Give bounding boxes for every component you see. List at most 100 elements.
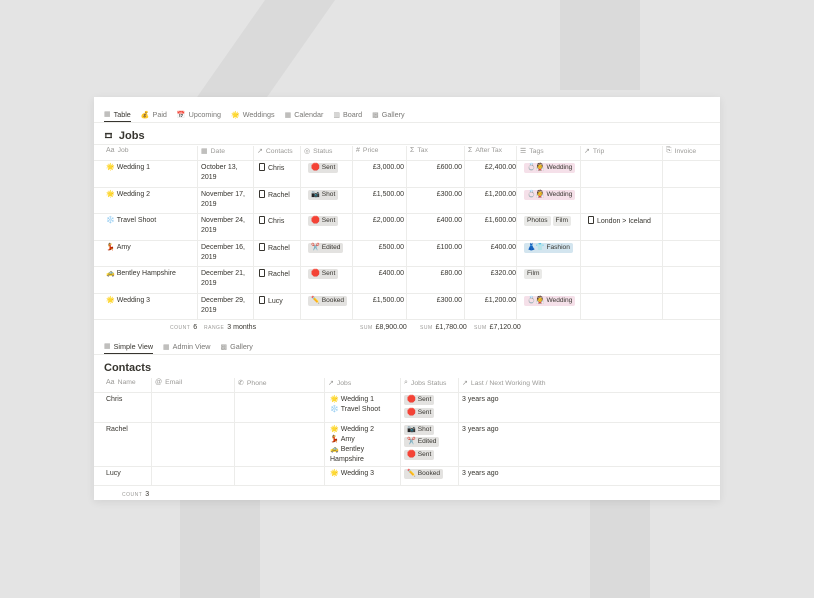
tags-cell[interactable]: Photos Film bbox=[524, 216, 584, 226]
email-cell[interactable] bbox=[155, 469, 235, 479]
price-cell[interactable]: £2,000.00 bbox=[356, 216, 404, 226]
contact-name-cell[interactable]: Lucy bbox=[106, 469, 151, 479]
contacts-col-header-email[interactable]: @ Email bbox=[155, 379, 234, 386]
jobs-title[interactable]: 🎞 Jobs bbox=[104, 130, 145, 142]
contact-cell[interactable]: Rachel bbox=[259, 269, 303, 280]
phone-cell[interactable] bbox=[238, 469, 324, 479]
jobs-view-tab-gallery[interactable]: ▩ Gallery bbox=[372, 108, 404, 122]
jobs-status-cell[interactable]: ✏️ Booked bbox=[404, 469, 460, 482]
after-tax-cell[interactable]: £400.00 bbox=[468, 243, 516, 253]
email-cell[interactable] bbox=[155, 425, 235, 435]
last-next-cell[interactable]: 3 years ago bbox=[462, 469, 582, 479]
contact-cell[interactable]: Chris bbox=[259, 163, 303, 174]
contacts-col-header-jobs-status[interactable]: ⌕ Jobs Status bbox=[404, 379, 458, 387]
job-name-cell[interactable]: 🌟 Wedding 1 bbox=[106, 163, 198, 173]
jobs-col-header-job[interactable]: Aa Job bbox=[106, 147, 197, 154]
status-cell[interactable]: ✂️ Edited bbox=[308, 242, 356, 253]
tax-cell[interactable]: £400.00 bbox=[410, 216, 462, 226]
contact-cell[interactable]: Lucy bbox=[259, 295, 303, 307]
contacts-col-header-phone[interactable]: ✆ Phone bbox=[238, 379, 324, 388]
contact-name-cell[interactable]: Rachel bbox=[106, 425, 151, 435]
date-cell[interactable]: November 24, 2019 bbox=[201, 216, 255, 236]
jobs-col-header-after-tax[interactable]: Σ After Tax bbox=[468, 147, 516, 154]
invoice-cell[interactable] bbox=[670, 190, 718, 200]
jobs-view-tab-calendar[interactable]: ▦ Calendar bbox=[285, 108, 324, 122]
job-name-cell[interactable]: 💃 Amy bbox=[106, 243, 198, 253]
jobs-col-header-tax[interactable]: Σ Tax bbox=[410, 147, 464, 154]
after-tax-cell[interactable]: £2,400.00 bbox=[468, 163, 516, 173]
jobs-relation-cell[interactable]: 🌟 Wedding 3 bbox=[330, 469, 402, 479]
jobs-col-header-status[interactable]: ◎ Status bbox=[304, 147, 352, 156]
contact-cell[interactable]: Chris bbox=[259, 216, 303, 227]
status-cell[interactable]: ✏️ Booked bbox=[308, 295, 356, 306]
jobs-col-header-contacts[interactable]: ↗ Contacts bbox=[257, 147, 300, 156]
last-next-cell[interactable]: 3 years ago bbox=[462, 425, 582, 435]
tax-cell[interactable]: £100.00 bbox=[410, 243, 462, 253]
invoice-cell[interactable] bbox=[670, 216, 718, 226]
status-cell[interactable]: 🛑 Sent bbox=[308, 216, 356, 226]
jobs-col-header-tags[interactable]: ☰ Tags bbox=[520, 147, 580, 156]
last-next-cell[interactable]: 3 years ago bbox=[462, 395, 582, 405]
job-name-cell[interactable]: 🚕 Bentley Hampshire bbox=[106, 269, 198, 279]
contacts-col-header-jobs[interactable]: ↗ Jobs bbox=[328, 379, 400, 388]
jobs-status-cell[interactable]: 📷 Shot ✂️ Edited 🛑 Sent bbox=[404, 424, 460, 463]
price-cell[interactable]: £1,500.00 bbox=[356, 190, 404, 200]
date-cell[interactable]: November 17, 2019 bbox=[201, 190, 255, 210]
tags-cell[interactable]: 👗👕 Fashion bbox=[524, 242, 584, 253]
jobs-col-header-trip[interactable]: ↗ Trip bbox=[584, 147, 662, 156]
jobs-relation-cell[interactable]: 🌟 Wedding 2 💃 Amy 🚕 Bentley Hampshire bbox=[330, 425, 402, 465]
contact-cell[interactable]: Rachel bbox=[259, 189, 303, 201]
jobs-relation-cell[interactable]: 🌟 Wedding 1 ❄️ Travel Shoot bbox=[330, 395, 402, 415]
phone-cell[interactable] bbox=[238, 425, 324, 435]
tax-cell[interactable]: £300.00 bbox=[410, 296, 462, 306]
invoice-cell[interactable] bbox=[670, 296, 718, 306]
contacts-col-header-last-next[interactable]: ↗ Last / Next Working With bbox=[462, 379, 716, 388]
after-tax-cell[interactable]: £320.00 bbox=[468, 269, 516, 279]
invoice-cell[interactable] bbox=[670, 269, 718, 279]
date-cell[interactable]: December 16, 2019 bbox=[201, 243, 255, 263]
after-tax-cell[interactable]: £1,600.00 bbox=[468, 216, 516, 226]
job-name-cell[interactable]: 🌟 Wedding 3 bbox=[106, 296, 198, 306]
price-cell[interactable]: £400.00 bbox=[356, 269, 404, 279]
price-cell[interactable]: £3,000.00 bbox=[356, 163, 404, 173]
status-cell[interactable]: 🛑 Sent bbox=[308, 269, 356, 279]
tax-cell[interactable]: £300.00 bbox=[410, 190, 462, 200]
tags-cell[interactable]: 💍👰 Wedding bbox=[524, 295, 584, 306]
jobs-view-tab-board[interactable]: ▥ Board bbox=[333, 108, 362, 122]
tags-cell[interactable]: 💍👰 Wedding bbox=[524, 189, 584, 200]
contacts-title[interactable]: Contacts bbox=[104, 362, 151, 374]
tax-cell[interactable]: £600.00 bbox=[410, 163, 462, 173]
after-tax-cell[interactable]: £1,200.00 bbox=[468, 296, 516, 306]
contacts-col-header-name[interactable]: Aa Name bbox=[106, 379, 147, 386]
job-name-cell[interactable]: ❄️ Travel Shoot bbox=[106, 216, 198, 226]
price-cell[interactable]: £1,500.00 bbox=[356, 296, 404, 306]
contact-cell[interactable]: Rachel bbox=[259, 242, 303, 254]
invoice-cell[interactable] bbox=[670, 243, 718, 253]
job-name-cell[interactable]: 🌟 Wedding 2 bbox=[106, 190, 198, 200]
jobs-col-header-invoice[interactable]: ⎘ Invoice bbox=[666, 147, 716, 155]
jobs-view-tab-weddings[interactable]: 🌟 Weddings bbox=[231, 108, 275, 122]
contact-name-cell[interactable]: Chris bbox=[106, 395, 151, 405]
date-cell[interactable]: December 21, 2019 bbox=[201, 269, 255, 289]
jobs-view-tab-paid[interactable]: 💰 Paid bbox=[141, 108, 167, 122]
after-tax-cell[interactable]: £1,200.00 bbox=[468, 190, 516, 200]
contacts-view-tab-simple-view[interactable]: ▦ Simple View bbox=[104, 339, 154, 354]
jobs-col-header-date[interactable]: ▦ Date bbox=[201, 147, 253, 156]
tags-cell[interactable]: 💍👰 Wedding bbox=[524, 163, 584, 173]
tags-cell[interactable]: Film bbox=[524, 269, 584, 279]
price-cell[interactable]: £500.00 bbox=[356, 243, 404, 253]
contacts-view-tab-admin-view[interactable]: ▦ Admin View bbox=[163, 340, 210, 354]
jobs-view-tab-upcoming[interactable]: 📅 Upcoming bbox=[177, 108, 221, 122]
contacts-view-tab-gallery[interactable]: ▩ Gallery bbox=[221, 340, 253, 354]
jobs-col-header-price[interactable]: # Price bbox=[356, 147, 406, 154]
status-cell[interactable]: 🛑 Sent bbox=[308, 163, 356, 173]
date-cell[interactable]: October 13, 2019 bbox=[201, 163, 255, 183]
date-cell[interactable]: December 29, 2019 bbox=[201, 296, 255, 316]
email-cell[interactable] bbox=[155, 395, 235, 405]
tax-cell[interactable]: £80.00 bbox=[410, 269, 462, 279]
status-cell[interactable]: 📷 Shot bbox=[308, 189, 356, 200]
phone-cell[interactable] bbox=[238, 395, 324, 405]
trip-cell[interactable]: London > Iceland bbox=[588, 216, 666, 227]
jobs-status-cell[interactable]: 🛑 Sent 🛑 Sent bbox=[404, 395, 460, 420]
jobs-view-tab-table[interactable]: ▦ Table bbox=[104, 107, 131, 122]
